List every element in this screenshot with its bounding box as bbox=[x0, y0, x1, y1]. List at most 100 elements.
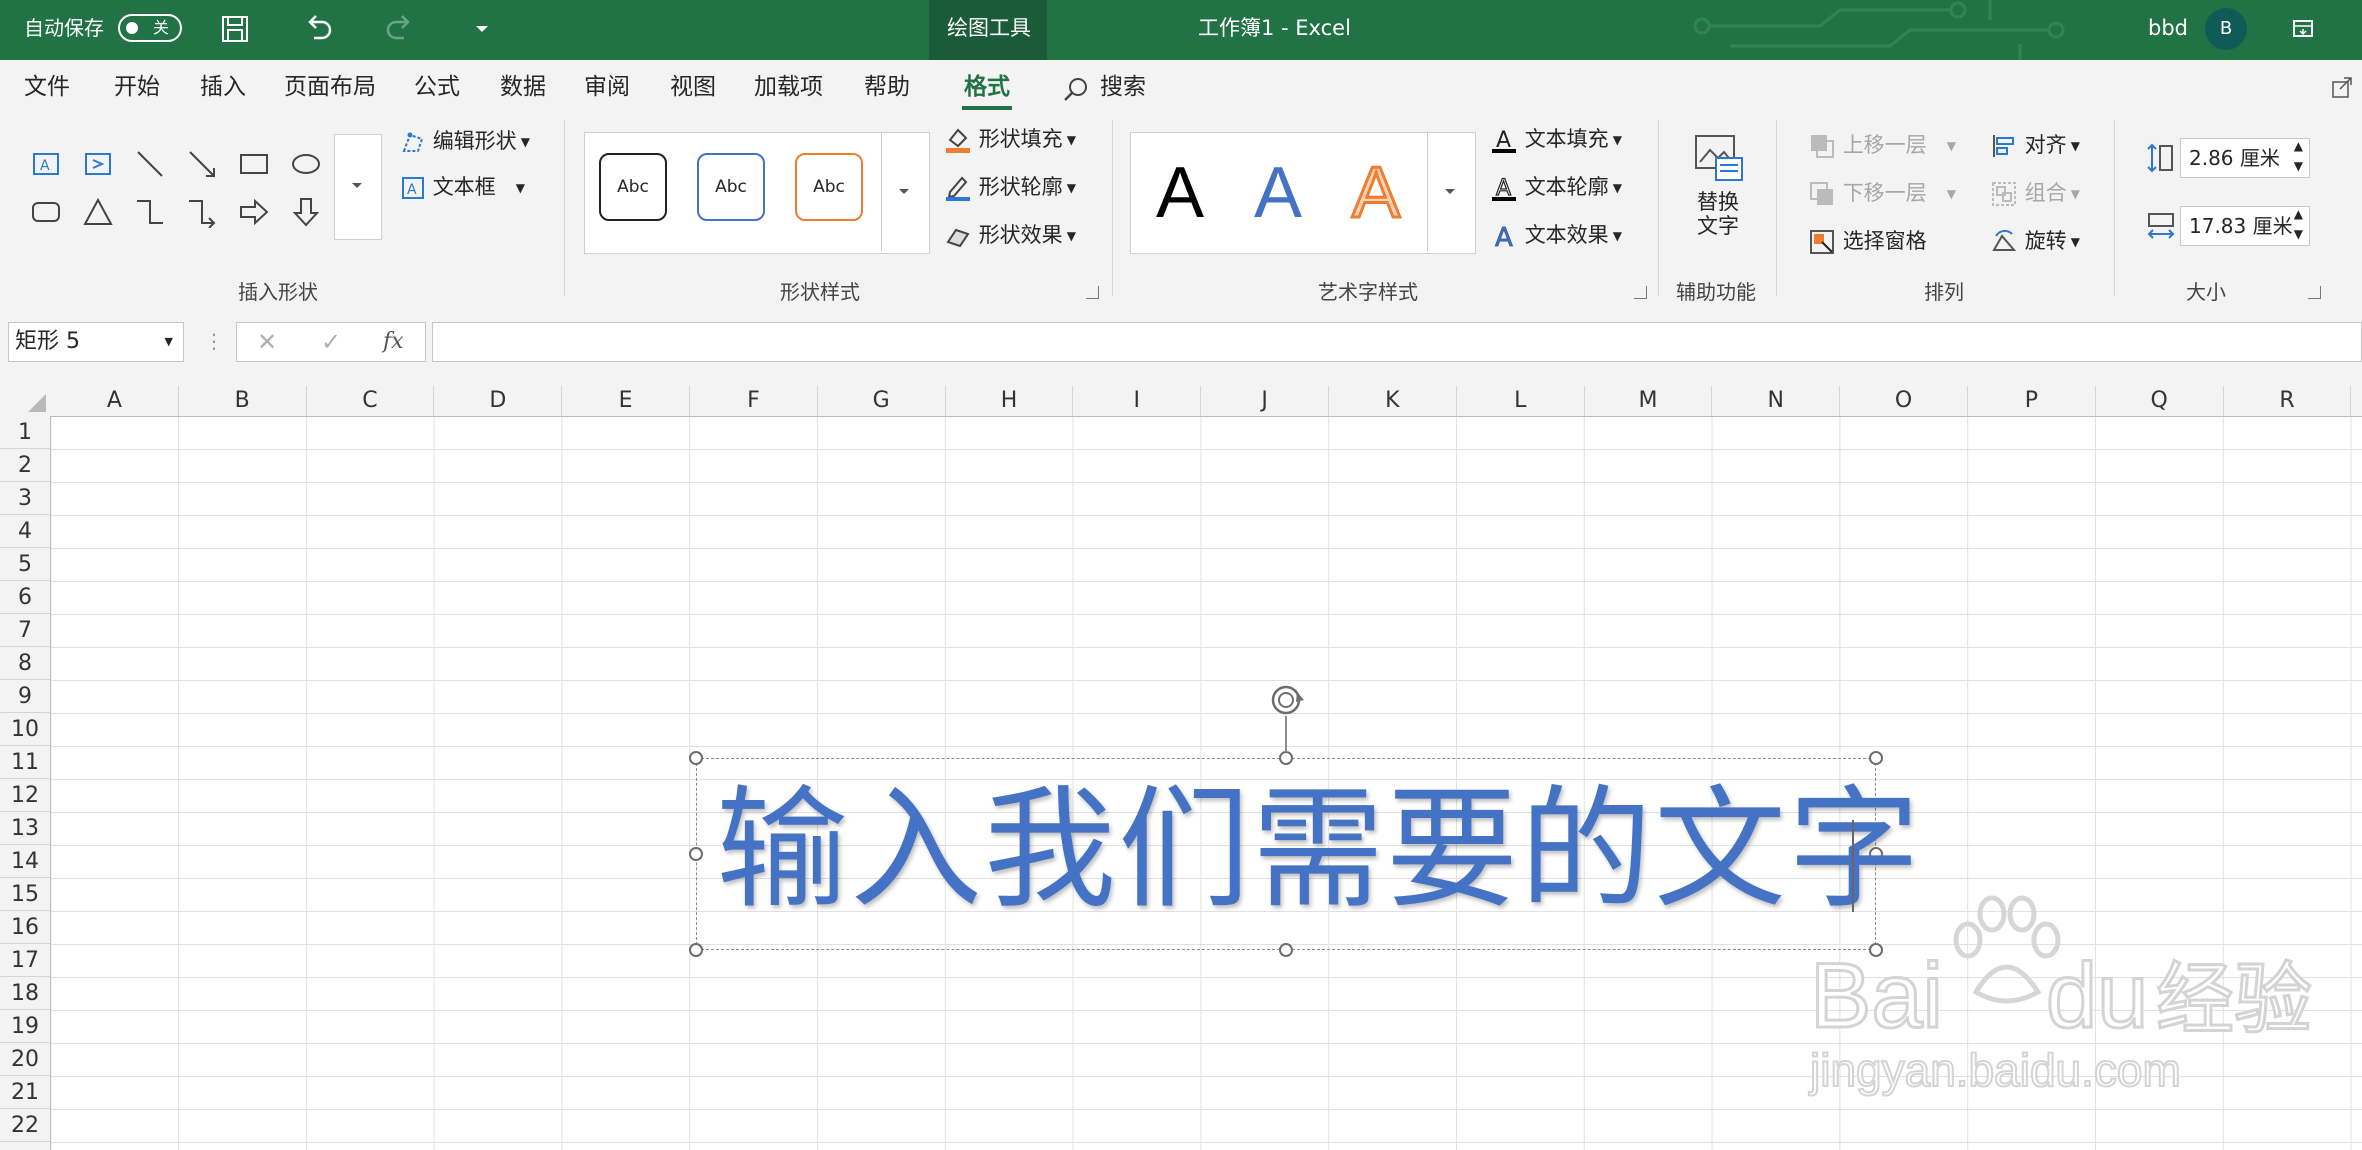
row-header-9[interactable]: 9 bbox=[0, 680, 50, 713]
bring-forward-button[interactable]: 上移一层 ▼ bbox=[1808, 130, 1956, 160]
shape-style-blue-outline[interactable]: Abc bbox=[697, 153, 765, 221]
column-header-F[interactable]: F bbox=[690, 386, 818, 416]
save-icon[interactable] bbox=[220, 14, 250, 44]
row-header-22[interactable]: 22 bbox=[0, 1109, 50, 1142]
vertical-text-box-shape-icon[interactable] bbox=[82, 148, 114, 180]
text-box-button[interactable]: A 文本框 ▼ bbox=[400, 172, 525, 202]
align-button[interactable]: 对齐 ▼ bbox=[1990, 130, 2080, 160]
shape-gallery-more-button[interactable] bbox=[334, 134, 382, 240]
tab-review[interactable]: 审阅 bbox=[584, 60, 630, 116]
shape-outline-button[interactable]: 形状轮廓 ▼ bbox=[944, 172, 1076, 202]
group-button[interactable]: 组合 ▼ bbox=[1990, 178, 2080, 208]
shape-width-input[interactable]: 17.83 厘米 ▲ ▼ bbox=[2180, 206, 2310, 246]
shape-styles-more-button[interactable] bbox=[881, 133, 928, 251]
tab-addins[interactable]: 加载项 bbox=[754, 60, 823, 116]
tab-file[interactable]: 文件 bbox=[24, 60, 70, 116]
arrow-line-shape-icon[interactable] bbox=[186, 148, 218, 180]
ribbon-display-options-icon[interactable] bbox=[2292, 18, 2314, 40]
resize-handle-top-left[interactable] bbox=[689, 751, 703, 765]
shape-height-input[interactable]: 2.86 厘米 ▲ ▼ bbox=[2180, 138, 2310, 178]
selection-pane-button[interactable]: 选择窗格 bbox=[1808, 226, 1927, 256]
row-header-4[interactable]: 4 bbox=[0, 515, 50, 548]
row-header-17[interactable]: 17 bbox=[0, 944, 50, 977]
column-header-E[interactable]: E bbox=[562, 386, 690, 416]
text-fill-button[interactable]: A 文本填充 ▼ bbox=[1490, 124, 1622, 154]
resize-handle-top-right[interactable] bbox=[1869, 751, 1883, 765]
column-header-P[interactable]: P bbox=[1968, 386, 2096, 416]
formula-bar-grip-icon[interactable]: ⋮ bbox=[204, 326, 224, 356]
row-header-3[interactable]: 3 bbox=[0, 482, 50, 515]
column-header-G[interactable]: G bbox=[818, 386, 946, 416]
share-icon[interactable] bbox=[2330, 74, 2356, 100]
column-header-M[interactable]: M bbox=[1585, 386, 1713, 416]
column-header-O[interactable]: O bbox=[1840, 386, 1968, 416]
rounded-rectangle-shape-icon[interactable] bbox=[30, 196, 62, 228]
select-all-icon[interactable] bbox=[26, 392, 48, 414]
tab-insert[interactable]: 插入 bbox=[200, 60, 246, 116]
shape-effects-button[interactable]: 形状效果 ▼ bbox=[944, 220, 1076, 250]
column-header-H[interactable]: H bbox=[946, 386, 1074, 416]
send-backward-button[interactable]: 下移一层 ▼ bbox=[1808, 178, 1956, 208]
rectangle-shape-icon[interactable] bbox=[238, 148, 270, 180]
spinner-down-icon[interactable]: ▼ bbox=[2294, 225, 2303, 243]
search-label[interactable]: 搜索 bbox=[1100, 60, 1146, 116]
text-outline-button[interactable]: A 文本轮廓 ▼ bbox=[1490, 172, 1622, 202]
row-header-19[interactable]: 19 bbox=[0, 1010, 50, 1043]
column-header-I[interactable]: I bbox=[1073, 386, 1202, 416]
row-header-7[interactable]: 7 bbox=[0, 614, 50, 647]
rotate-handle-icon[interactable] bbox=[1266, 680, 1308, 720]
right-arrow-shape-icon[interactable] bbox=[238, 196, 270, 228]
name-box[interactable]: 矩形 5 ▼ bbox=[8, 322, 184, 362]
row-header-11[interactable]: 11 bbox=[0, 746, 50, 779]
avatar[interactable]: B bbox=[2205, 8, 2247, 50]
row-header-5[interactable]: 5 bbox=[0, 548, 50, 581]
elbow-arrow-connector-shape-icon[interactable] bbox=[186, 196, 218, 228]
row-header-18[interactable]: 18 bbox=[0, 977, 50, 1010]
column-header-A[interactable]: A bbox=[51, 386, 179, 416]
wordart-styles-more-button[interactable] bbox=[1427, 133, 1474, 251]
column-header-L[interactable]: L bbox=[1457, 386, 1585, 416]
resize-handle-bottom[interactable] bbox=[1279, 943, 1293, 957]
shape-style-black-outline[interactable]: Abc bbox=[599, 153, 667, 221]
column-header-K[interactable]: K bbox=[1329, 386, 1457, 416]
triangle-shape-icon[interactable] bbox=[82, 196, 114, 228]
row-header-21[interactable]: 21 bbox=[0, 1076, 50, 1109]
insert-function-icon[interactable]: fx bbox=[383, 323, 404, 361]
oval-shape-icon[interactable] bbox=[290, 148, 322, 180]
tab-data[interactable]: 数据 bbox=[500, 60, 546, 116]
row-header-8[interactable]: 8 bbox=[0, 647, 50, 680]
formula-input[interactable] bbox=[432, 322, 2362, 362]
tab-help[interactable]: 帮助 bbox=[864, 60, 910, 116]
spinner-down-icon[interactable]: ▼ bbox=[2294, 157, 2303, 175]
search-icon[interactable] bbox=[1062, 76, 1090, 104]
row-header-20[interactable]: 20 bbox=[0, 1043, 50, 1076]
wordart-style-black[interactable]: A bbox=[1145, 143, 1215, 243]
column-header-R[interactable]: R bbox=[2224, 386, 2352, 416]
tab-page-layout[interactable]: 页面布局 bbox=[284, 60, 376, 116]
autosave-toggle[interactable]: 关 bbox=[118, 14, 182, 42]
edit-shape-button[interactable]: 编辑形状 ▼ bbox=[400, 126, 530, 156]
shape-fill-button[interactable]: 形状填充 ▼ bbox=[944, 124, 1076, 154]
resize-handle-top[interactable] bbox=[1279, 751, 1293, 765]
tab-format[interactable]: 格式 bbox=[962, 60, 1012, 116]
undo-icon[interactable] bbox=[302, 12, 334, 44]
wordart-style-orange-outline[interactable]: A bbox=[1341, 143, 1411, 243]
alt-text-button[interactable]: 替换 文字 bbox=[1680, 130, 1756, 260]
customize-qat-icon[interactable] bbox=[474, 22, 490, 36]
column-header-B[interactable]: B bbox=[179, 386, 307, 416]
row-header-13[interactable]: 13 bbox=[0, 812, 50, 845]
spinner-up-icon[interactable]: ▲ bbox=[2294, 137, 2303, 155]
row-header-12[interactable]: 12 bbox=[0, 779, 50, 812]
row-header-15[interactable]: 15 bbox=[0, 878, 50, 911]
row-header-6[interactable]: 6 bbox=[0, 581, 50, 614]
size-dialog-launcher[interactable] bbox=[2308, 286, 2321, 299]
name-box-dropdown-icon[interactable]: ▼ bbox=[165, 323, 173, 361]
row-header-16[interactable]: 16 bbox=[0, 911, 50, 944]
resize-handle-left[interactable] bbox=[689, 847, 703, 861]
rotate-button[interactable]: 旋转 ▼ bbox=[1990, 226, 2080, 256]
row-header-14[interactable]: 14 bbox=[0, 845, 50, 878]
shape-style-orange-outline[interactable]: Abc bbox=[795, 153, 863, 221]
wordart-style-blue[interactable]: A bbox=[1243, 143, 1313, 243]
column-header-N[interactable]: N bbox=[1712, 386, 1841, 416]
tab-formulas[interactable]: 公式 bbox=[414, 60, 460, 116]
